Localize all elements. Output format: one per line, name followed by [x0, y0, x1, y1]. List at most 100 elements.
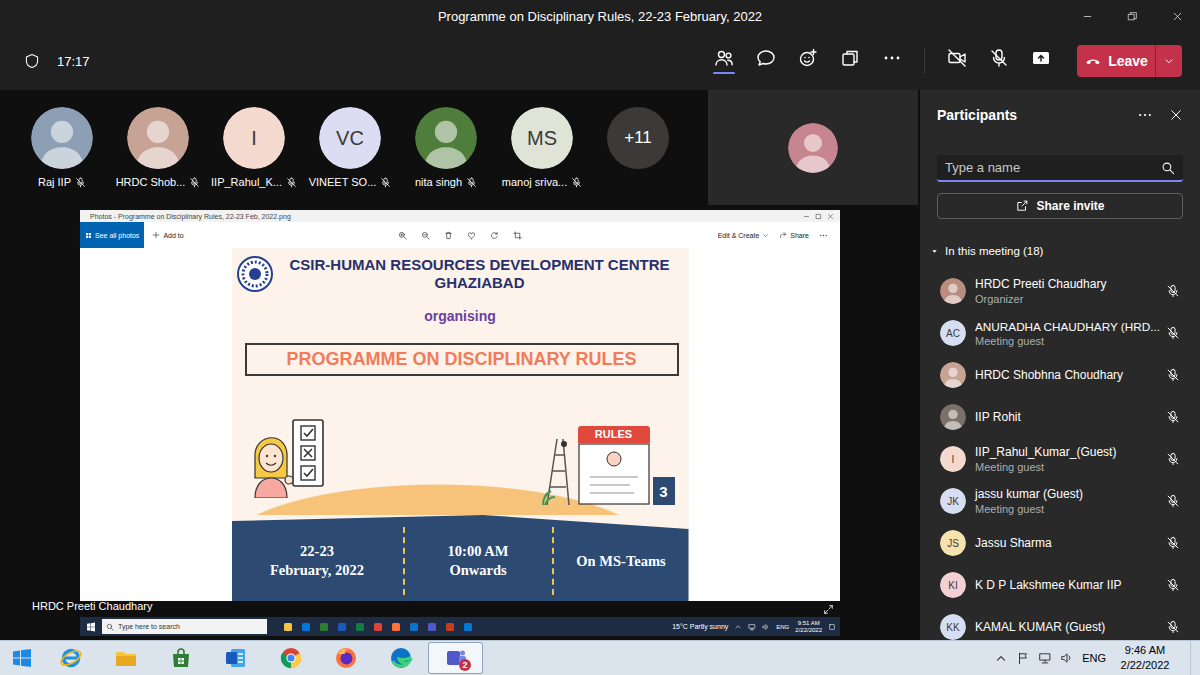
window-controls [1065, 0, 1200, 32]
rooms-button[interactable] [829, 40, 871, 82]
participant-row[interactable]: JSJassu Sharma [937, 522, 1183, 564]
participant-row[interactable]: ACANURADHA CHAUDHARY (HRD...Meeting gues… [937, 312, 1183, 354]
word-taskbar-button[interactable] [208, 642, 263, 674]
participant-search-input[interactable] [945, 160, 1155, 175]
close-button[interactable] [1155, 0, 1200, 32]
participant-tile[interactable]: nita singh [398, 90, 494, 205]
share-invite-button[interactable]: Share invite [937, 193, 1183, 219]
step-box: 3 [653, 477, 675, 505]
participant-text: Jassu Sharma [975, 536, 1160, 551]
react-button[interactable] [787, 40, 829, 82]
camera-off-button[interactable] [936, 40, 978, 82]
trash-button[interactable] [444, 231, 453, 240]
avatar-fill [940, 278, 966, 304]
restore-icon [1127, 11, 1138, 22]
avatar-fill: KI [940, 572, 966, 598]
share-button[interactable]: Share [779, 231, 809, 239]
rooms-icon [840, 48, 860, 68]
maximize-icon [815, 213, 822, 220]
person-photo-icon [415, 107, 477, 169]
shared-search-text: Type here to search [118, 623, 180, 630]
teams-taskbar-button[interactable]: 2 [428, 642, 483, 674]
participant-text: HRDC Shobhna Choudhary [975, 368, 1160, 383]
section-label: In this meeting (18) [945, 245, 1043, 257]
minimize-button[interactable] [1065, 0, 1110, 32]
leave-main[interactable]: Leave [1077, 45, 1155, 77]
poster-org: CSIR-HUMAN RESOURCES DEVELOPMENT CENTREG… [277, 256, 683, 292]
participant-name: Jassu Sharma [975, 536, 1160, 551]
heart-button[interactable] [467, 231, 476, 240]
leave-dropdown[interactable] [1155, 45, 1182, 77]
poster-details-band: 22-23February, 202210:00 AMOnwardsOn MS-… [232, 515, 689, 601]
participant-row[interactable]: HRDC Preeti ChaudharyOrganizer [937, 270, 1183, 312]
clock[interactable]: 9:46 AM2/22/2022 [1114, 643, 1176, 673]
participant-tile[interactable]: Raj IIP [14, 90, 110, 205]
fullscreen-button[interactable] [823, 604, 834, 615]
avatar [940, 362, 966, 388]
zoom-in-button[interactable] [398, 231, 407, 240]
store-taskbar-button[interactable] [153, 642, 208, 674]
avatar: KK [940, 614, 966, 640]
meeting-toolbar: 17:17Leave [0, 32, 1200, 90]
chrome-taskbar-button[interactable] [263, 642, 318, 674]
participant-row[interactable]: KK KAMAL KUMAR (Guest) [937, 606, 1183, 640]
see-all-photos-button[interactable]: See all photos [80, 222, 144, 248]
tile-name-row: VINEET SO... [309, 176, 392, 188]
crop-button[interactable] [513, 231, 522, 240]
photos-window: Photos - Programme on Disciplinary Rules… [80, 210, 840, 601]
participant-tile[interactable]: HRDC Shob... [110, 90, 206, 205]
participant-tile[interactable]: VCVINEET SO... [302, 90, 398, 205]
participant-row[interactable]: KIK D P Lakshmee Kumar IIP [937, 564, 1183, 606]
explorer-icon [114, 646, 138, 670]
tile-name-row: HRDC Shob... [116, 176, 201, 188]
avatar-initials: AC [946, 328, 960, 339]
app-icon [427, 622, 437, 632]
explorer-taskbar-button[interactable] [98, 642, 153, 674]
person-photo-icon [31, 107, 93, 169]
mic-off-button[interactable] [978, 40, 1020, 82]
section-header[interactable]: In this meeting (18) [930, 241, 1183, 261]
avatar-fill [940, 404, 966, 430]
participant-row[interactable]: IIIP_Rahul_Kumar_(Guest)Meeting guest [937, 438, 1183, 480]
panel-close-button[interactable] [1169, 108, 1183, 122]
edge-taskbar-button[interactable] [373, 642, 428, 674]
self-view-tile [708, 90, 918, 205]
chat-button[interactable] [745, 40, 787, 82]
shared-search-box[interactable]: Type here to search [102, 619, 267, 634]
video-tiles: Raj IIP HRDC Shob... IIIP_Rahul_K...VCVINE… [0, 90, 920, 205]
panel-more-button[interactable] [1137, 107, 1153, 123]
avatar-initials: I [952, 454, 955, 465]
windows-icon [86, 622, 96, 632]
participant-row[interactable]: HRDC Shobhna Choudhary [937, 354, 1183, 396]
more-button[interactable] [871, 40, 913, 82]
participant-name: HRDC Shobhna Choudhary [975, 368, 1160, 383]
ie-taskbar-button[interactable] [43, 642, 98, 674]
participant-name: KAMAL KUMAR (Guest) [975, 620, 1160, 635]
show-desktop-button[interactable] [1190, 641, 1200, 675]
avatar-fill: AC [940, 320, 966, 346]
photos-title-bar: Photos - Programme on Disciplinary Rules… [80, 210, 840, 222]
participants-panel: ParticipantsShare inviteIn this meeting … [920, 90, 1200, 640]
detail-cell: 22-23February, 2022 [232, 527, 403, 595]
avatar: MS [511, 107, 573, 169]
participant-tile[interactable]: IIIP_Rahul_K... [206, 90, 302, 205]
overflow-tile[interactable]: +11 [590, 90, 686, 205]
participant-row[interactable]: IIP Rohit [937, 396, 1183, 438]
start-taskbar-button[interactable] [0, 642, 43, 674]
share-button[interactable] [1020, 40, 1062, 82]
restore-button[interactable] [1110, 0, 1155, 32]
participant-search[interactable] [937, 155, 1183, 182]
meeting-controls: Leave [703, 40, 1182, 82]
add-to-button[interactable]: Add to [144, 222, 191, 248]
people-button[interactable] [703, 40, 745, 82]
participant-row[interactable]: JKjassu kumar (Guest)Meeting guest [937, 480, 1183, 522]
rotate-button[interactable] [490, 231, 499, 240]
participant-tile[interactable]: MSmanoj sriva... [494, 90, 590, 205]
leave-button[interactable]: Leave [1077, 45, 1182, 77]
firefox-taskbar-button[interactable] [318, 642, 373, 674]
edit-create-button[interactable]: Edit & Create [718, 232, 770, 239]
more-button[interactable] [819, 231, 828, 240]
avatar: AC [940, 320, 966, 346]
person-photo-icon [940, 404, 966, 430]
zoom-out-button[interactable] [421, 231, 430, 240]
